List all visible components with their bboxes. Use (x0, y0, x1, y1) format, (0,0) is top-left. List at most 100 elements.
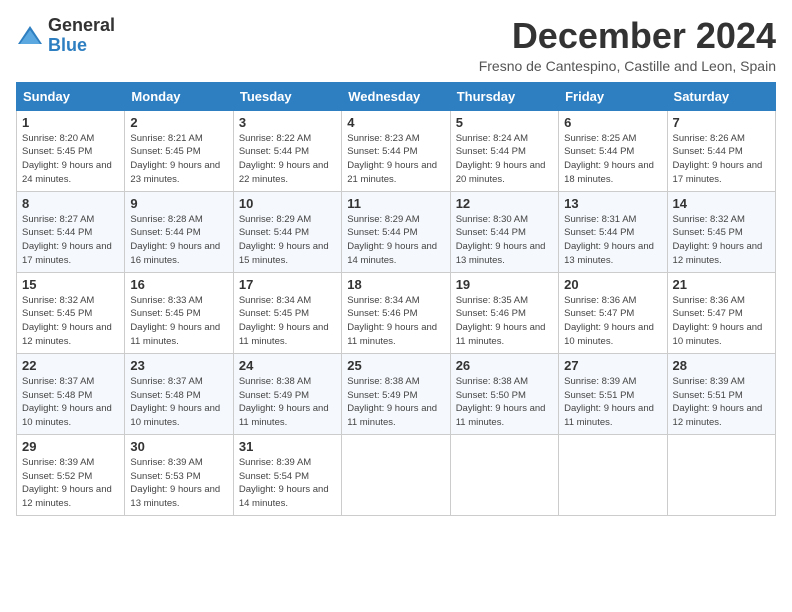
calendar-cell: 18 Sunrise: 8:34 AM Sunset: 5:46 PM Dayli… (342, 272, 450, 353)
calendar-cell: 25 Sunrise: 8:38 AM Sunset: 5:49 PM Dayli… (342, 353, 450, 434)
calendar-cell: 28 Sunrise: 8:39 AM Sunset: 5:51 PM Dayli… (667, 353, 775, 434)
logo-text: General Blue (48, 16, 115, 56)
calendar-table: SundayMondayTuesdayWednesdayThursdayFrid… (16, 82, 776, 516)
day-number: 12 (456, 196, 553, 211)
day-detail: Sunrise: 8:20 AM Sunset: 5:45 PM Dayligh… (22, 132, 119, 187)
day-detail: Sunrise: 8:35 AM Sunset: 5:46 PM Dayligh… (456, 294, 553, 349)
day-detail: Sunrise: 8:25 AM Sunset: 5:44 PM Dayligh… (564, 132, 661, 187)
calendar-cell: 16 Sunrise: 8:33 AM Sunset: 5:45 PM Dayli… (125, 272, 233, 353)
header-friday: Friday (559, 82, 667, 110)
day-detail: Sunrise: 8:38 AM Sunset: 5:49 PM Dayligh… (347, 375, 444, 430)
day-detail: Sunrise: 8:36 AM Sunset: 5:47 PM Dayligh… (564, 294, 661, 349)
day-detail: Sunrise: 8:38 AM Sunset: 5:49 PM Dayligh… (239, 375, 336, 430)
day-detail: Sunrise: 8:37 AM Sunset: 5:48 PM Dayligh… (22, 375, 119, 430)
day-detail: Sunrise: 8:37 AM Sunset: 5:48 PM Dayligh… (130, 375, 227, 430)
calendar-cell (667, 434, 775, 515)
day-detail: Sunrise: 8:39 AM Sunset: 5:51 PM Dayligh… (673, 375, 770, 430)
header-tuesday: Tuesday (233, 82, 341, 110)
calendar-cell: 24 Sunrise: 8:38 AM Sunset: 5:49 PM Dayli… (233, 353, 341, 434)
calendar-cell: 3 Sunrise: 8:22 AM Sunset: 5:44 PM Daylig… (233, 110, 341, 191)
calendar-cell: 23Sunrise: 8:37 AM Sunset: 5:48 PM Dayli… (125, 353, 233, 434)
day-number: 8 (22, 196, 119, 211)
day-number: 11 (347, 196, 444, 211)
day-detail: Sunrise: 8:39 AM Sunset: 5:51 PM Dayligh… (564, 375, 661, 430)
day-number: 3 (239, 115, 336, 130)
day-detail: Sunrise: 8:26 AM Sunset: 5:44 PM Dayligh… (673, 132, 770, 187)
calendar-cell: 21Sunrise: 8:36 AM Sunset: 5:47 PM Dayli… (667, 272, 775, 353)
day-number: 31 (239, 439, 336, 454)
calendar-cell: 17 Sunrise: 8:34 AM Sunset: 5:45 PM Dayli… (233, 272, 341, 353)
calendar-cell: 26 Sunrise: 8:38 AM Sunset: 5:50 PM Dayli… (450, 353, 558, 434)
day-number: 1 (22, 115, 119, 130)
calendar-cell: 11 Sunrise: 8:29 AM Sunset: 5:44 PM Dayli… (342, 191, 450, 272)
calendar-cell (450, 434, 558, 515)
day-number: 24 (239, 358, 336, 373)
header-sunday: Sunday (17, 82, 125, 110)
calendar-header-row: SundayMondayTuesdayWednesdayThursdayFrid… (17, 82, 776, 110)
day-number: 27 (564, 358, 661, 373)
day-detail: Sunrise: 8:33 AM Sunset: 5:45 PM Dayligh… (130, 294, 227, 349)
calendar-cell: 9Sunrise: 8:28 AM Sunset: 5:44 PM Daylig… (125, 191, 233, 272)
day-number: 14 (673, 196, 770, 211)
day-detail: Sunrise: 8:34 AM Sunset: 5:46 PM Dayligh… (347, 294, 444, 349)
day-number: 30 (130, 439, 227, 454)
calendar-cell: 1 Sunrise: 8:20 AM Sunset: 5:45 PM Daylig… (17, 110, 125, 191)
header-thursday: Thursday (450, 82, 558, 110)
day-number: 10 (239, 196, 336, 211)
calendar-cell: 29 Sunrise: 8:39 AM Sunset: 5:52 PM Dayli… (17, 434, 125, 515)
day-number: 28 (673, 358, 770, 373)
day-detail: Sunrise: 8:29 AM Sunset: 5:44 PM Dayligh… (239, 213, 336, 268)
day-number: 15 (22, 277, 119, 292)
day-number: 4 (347, 115, 444, 130)
day-detail: Sunrise: 8:32 AM Sunset: 5:45 PM Dayligh… (673, 213, 770, 268)
day-detail: Sunrise: 8:29 AM Sunset: 5:44 PM Dayligh… (347, 213, 444, 268)
page-header: General Blue December 2024 Fresno de Can… (16, 16, 776, 74)
day-number: 17 (239, 277, 336, 292)
calendar-body: 1 Sunrise: 8:20 AM Sunset: 5:45 PM Daylig… (17, 110, 776, 515)
day-detail: Sunrise: 8:39 AM Sunset: 5:53 PM Dayligh… (130, 456, 227, 511)
calendar-cell: 13Sunrise: 8:31 AM Sunset: 5:44 PM Dayli… (559, 191, 667, 272)
month-title: December 2024 (479, 16, 776, 56)
calendar-cell: 4Sunrise: 8:23 AM Sunset: 5:44 PM Daylig… (342, 110, 450, 191)
calendar-cell (559, 434, 667, 515)
calendar-cell: 14 Sunrise: 8:32 AM Sunset: 5:45 PM Dayli… (667, 191, 775, 272)
day-detail: Sunrise: 8:32 AM Sunset: 5:45 PM Dayligh… (22, 294, 119, 349)
day-detail: Sunrise: 8:31 AM Sunset: 5:44 PM Dayligh… (564, 213, 661, 268)
calendar-cell: 10 Sunrise: 8:29 AM Sunset: 5:44 PM Dayli… (233, 191, 341, 272)
day-number: 6 (564, 115, 661, 130)
location-subtitle: Fresno de Cantespino, Castille and Leon,… (479, 58, 776, 74)
calendar-cell (342, 434, 450, 515)
logo: General Blue (16, 16, 115, 56)
day-number: 9 (130, 196, 227, 211)
day-detail: Sunrise: 8:39 AM Sunset: 5:54 PM Dayligh… (239, 456, 336, 511)
title-area: December 2024 Fresno de Cantespino, Cast… (479, 16, 776, 74)
calendar-week-4: 22 Sunrise: 8:37 AM Sunset: 5:48 PM Dayli… (17, 353, 776, 434)
day-number: 16 (130, 277, 227, 292)
day-number: 7 (673, 115, 770, 130)
day-number: 22 (22, 358, 119, 373)
day-number: 18 (347, 277, 444, 292)
day-number: 25 (347, 358, 444, 373)
calendar-cell: 27 Sunrise: 8:39 AM Sunset: 5:51 PM Dayli… (559, 353, 667, 434)
day-number: 26 (456, 358, 553, 373)
calendar-week-2: 8Sunrise: 8:27 AM Sunset: 5:44 PM Daylig… (17, 191, 776, 272)
day-detail: Sunrise: 8:34 AM Sunset: 5:45 PM Dayligh… (239, 294, 336, 349)
calendar-cell: 22 Sunrise: 8:37 AM Sunset: 5:48 PM Dayli… (17, 353, 125, 434)
logo-icon (16, 22, 44, 50)
day-detail: Sunrise: 8:24 AM Sunset: 5:44 PM Dayligh… (456, 132, 553, 187)
calendar-cell: 7 Sunrise: 8:26 AM Sunset: 5:44 PM Daylig… (667, 110, 775, 191)
calendar-cell: 31 Sunrise: 8:39 AM Sunset: 5:54 PM Dayli… (233, 434, 341, 515)
day-number: 29 (22, 439, 119, 454)
day-detail: Sunrise: 8:22 AM Sunset: 5:44 PM Dayligh… (239, 132, 336, 187)
calendar-week-1: 1 Sunrise: 8:20 AM Sunset: 5:45 PM Daylig… (17, 110, 776, 191)
day-detail: Sunrise: 8:39 AM Sunset: 5:52 PM Dayligh… (22, 456, 119, 511)
day-detail: Sunrise: 8:21 AM Sunset: 5:45 PM Dayligh… (130, 132, 227, 187)
day-number: 5 (456, 115, 553, 130)
header-saturday: Saturday (667, 82, 775, 110)
calendar-cell: 8Sunrise: 8:27 AM Sunset: 5:44 PM Daylig… (17, 191, 125, 272)
day-detail: Sunrise: 8:38 AM Sunset: 5:50 PM Dayligh… (456, 375, 553, 430)
day-number: 19 (456, 277, 553, 292)
calendar-cell: 2Sunrise: 8:21 AM Sunset: 5:45 PM Daylig… (125, 110, 233, 191)
calendar-cell: 15 Sunrise: 8:32 AM Sunset: 5:45 PM Dayli… (17, 272, 125, 353)
header-wednesday: Wednesday (342, 82, 450, 110)
